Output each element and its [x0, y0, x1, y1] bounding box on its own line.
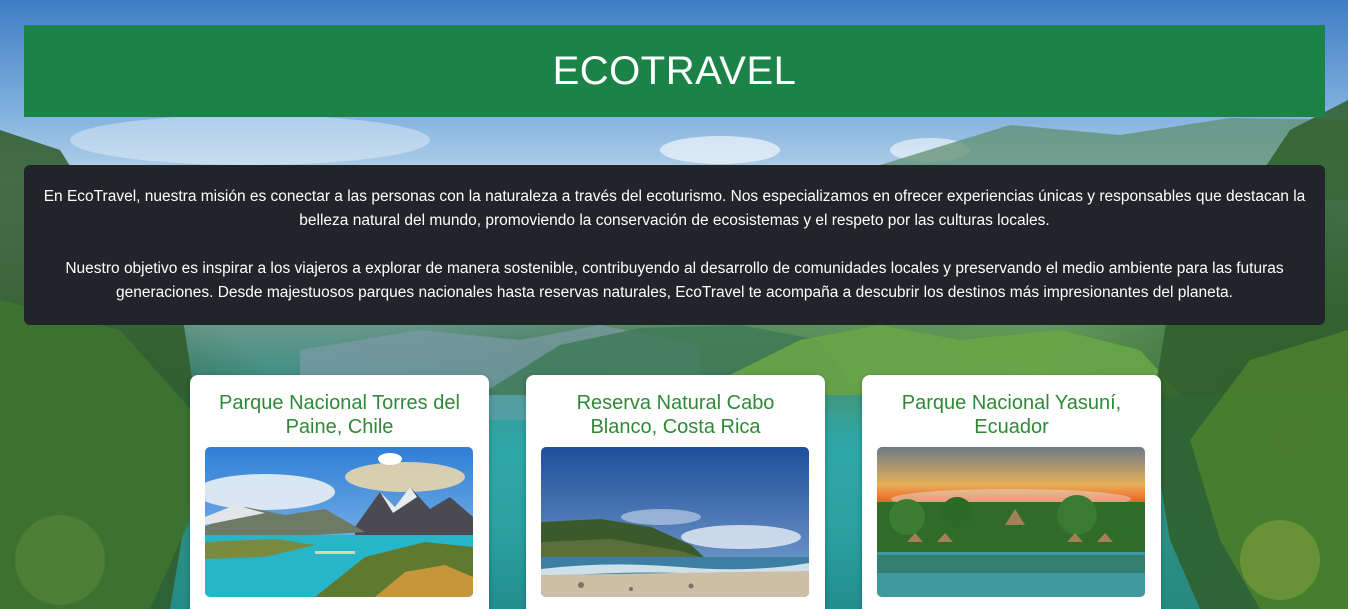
mission-section: En EcoTravel, nuestra misión es conectar…	[24, 165, 1325, 325]
mission-paragraph-1: En EcoTravel, nuestra misión es conectar…	[43, 188, 1306, 229]
destination-title[interactable]: Parque Nacional Yasuní, Ecuador	[877, 391, 1146, 447]
destination-card-cabo-blanco[interactable]: Reserva Natural Cabo Blanco, Costa Rica	[526, 375, 825, 609]
torres-del-paine-photo[interactable]	[205, 447, 473, 597]
yasuni-photo[interactable]	[877, 447, 1145, 597]
destination-title[interactable]: Reserva Natural Cabo Blanco, Costa Rica	[541, 391, 810, 447]
site-title: ECOTRAVEL	[552, 48, 797, 93]
destination-card-yasuni[interactable]: Parque Nacional Yasuní, Ecuador	[862, 375, 1161, 609]
mission-paragraph-2: Nuestro objetivo es inspirar a los viaje…	[65, 260, 1284, 301]
destination-title[interactable]: Parque Nacional Torres del Paine, Chile	[205, 391, 474, 447]
destination-card-torres-del-paine[interactable]: Parque Nacional Torres del Paine, Chile	[190, 375, 489, 609]
site-header: ECOTRAVEL	[24, 25, 1325, 117]
cabo-blanco-photo[interactable]	[541, 447, 809, 597]
